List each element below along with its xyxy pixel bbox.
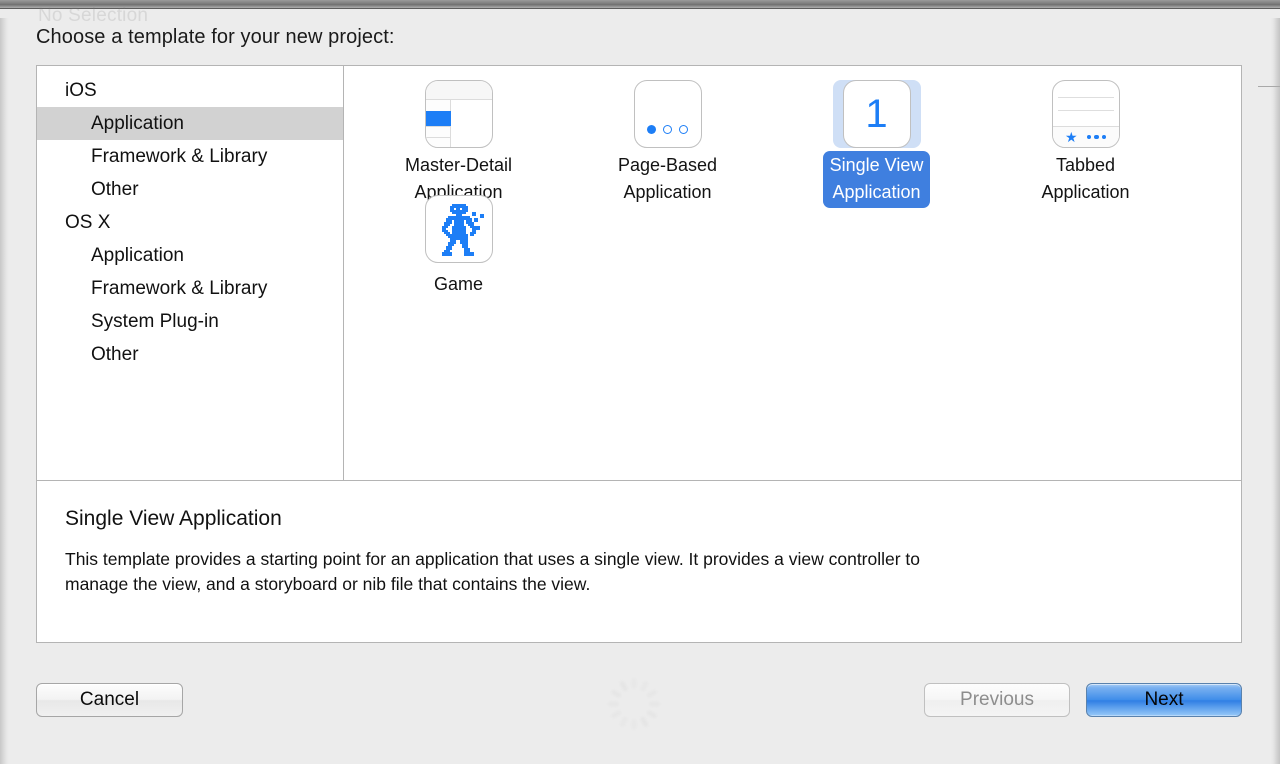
template-icon-wrap-selected: 1 [832,80,921,148]
page-dot [663,125,672,134]
template-icon-wrap [624,80,712,148]
sidebar-item-osx-system-plugin[interactable]: System Plug-in [37,305,343,338]
next-button[interactable]: Next [1086,683,1242,717]
window-edge-hairline [1258,86,1280,87]
template-tile-game[interactable]: Game [354,190,563,300]
page-title: Choose a template for your new project: [36,26,395,48]
single-view-icon: 1 [842,80,911,148]
cancel-button[interactable]: Cancel [36,683,183,717]
spinner-blade [610,688,623,699]
template-icon-wrap: ★ [1042,80,1130,148]
spinner-blade [618,680,629,693]
window-right-edge [1271,18,1280,764]
previous-button[interactable]: Previous [924,683,1070,717]
page-dot-active [647,125,656,134]
spinner-blade [631,719,637,730]
sidebar-item-ios-framework-library[interactable]: Framework & Library [37,140,343,173]
sidebar-item-ios-application[interactable]: Application [37,107,343,140]
spinner-blade [645,709,658,720]
spinner-blade [618,715,629,728]
template-grid-pane: Master-Detail Application Page-Based App… [344,66,1241,480]
sidebar-item-osx-application[interactable]: Application [37,239,343,272]
background-window-title: No Selection [38,5,149,26]
description-body: This template provides a starting point … [65,549,921,595]
template-tile-label: Game [433,274,484,294]
chooser-top-area: iOS Application Framework & Library Othe… [37,66,1241,481]
more-dots-icon [1086,134,1107,140]
category-sidebar[interactable]: iOS Application Framework & Library Othe… [37,66,344,480]
template-tile-tabbed[interactable]: ★ Tabbed Application [981,80,1190,202]
template-tile-single-view[interactable]: 1 Single View Application [772,80,981,208]
spinner-blade [649,701,660,707]
sidebar-item-osx-other[interactable]: Other [37,338,343,371]
loading-spinner-icon [605,675,663,733]
sidebar-item-ios-other[interactable]: Other [37,173,343,206]
template-grid: Master-Detail Application Page-Based App… [354,80,1241,300]
spinner-blade [610,709,623,720]
description-title: Single View Application [65,507,282,530]
template-tile-label: Page-Based Application [617,155,718,202]
template-tile-page-based[interactable]: Page-Based Application [563,80,772,202]
sidebar-item-osx-framework-library[interactable]: Framework & Library [37,272,343,305]
tabbed-icon: ★ [1051,80,1120,148]
spinner-blade [639,680,650,693]
spinner-blade [608,701,619,707]
master-detail-icon [424,80,493,148]
spinner-blade [631,678,637,689]
template-icon-wrap [415,80,503,148]
game-robot-icon [424,194,493,263]
sidebar-group-osx: OS X [65,212,111,233]
template-tile-label: Single View Application [822,151,931,208]
page-based-icon [633,80,702,148]
single-view-number: 1 [865,92,888,136]
sidebar-group-ios: iOS [65,80,97,101]
template-tile-label: Tabbed Application [1041,155,1130,202]
page-dot [679,125,688,134]
template-tile-master-detail[interactable]: Master-Detail Application [354,80,563,202]
window-titlebar [0,0,1280,9]
window-left-edge [0,18,9,764]
template-description-panel: Single View Application This template pr… [37,481,1241,642]
spinner-blade [639,715,650,728]
template-chooser-panel: iOS Application Framework & Library Othe… [36,65,1242,643]
spinner-blade [645,688,658,699]
star-icon: ★ [1064,129,1078,145]
template-icon-wrap [415,190,503,267]
